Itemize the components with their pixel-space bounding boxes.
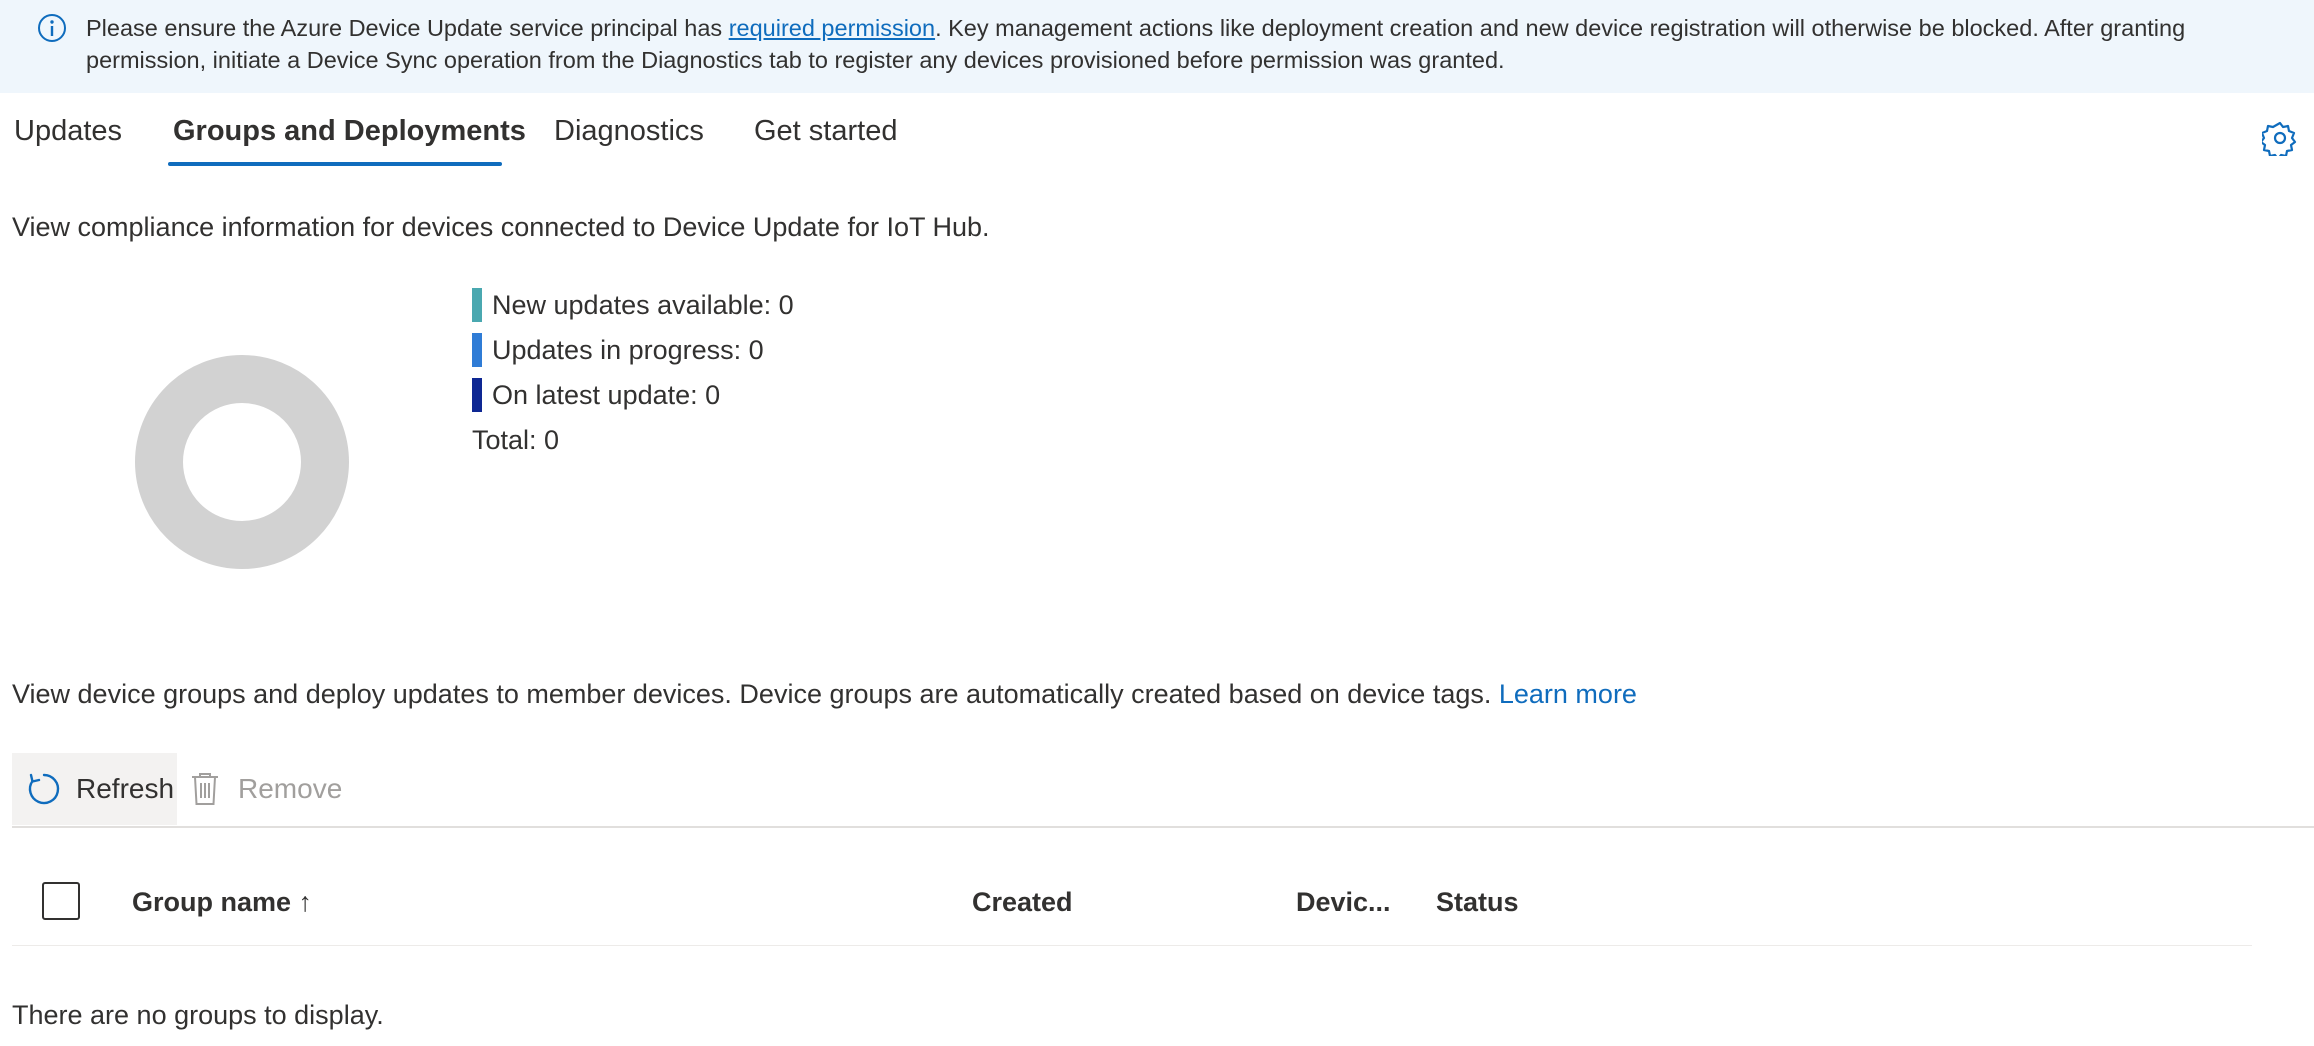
column-header-devices[interactable]: Devic... xyxy=(1296,882,1391,922)
empty-table-message: There are no groups to display. xyxy=(12,1000,384,1030)
info-icon xyxy=(38,14,66,42)
banner-text-start: Please ensure the Azure Device Update se… xyxy=(86,15,729,41)
table-header-divider xyxy=(12,945,2252,946)
groups-description: View device groups and deploy updates to… xyxy=(12,679,1637,710)
legend-swatch-in-progress xyxy=(472,332,482,367)
toolbar-divider xyxy=(12,826,2314,828)
legend-new-updates: New updates available: 0 xyxy=(472,285,794,330)
refresh-icon xyxy=(28,773,60,805)
column-header-group-name[interactable]: Group name ↑ xyxy=(132,882,312,922)
refresh-label: Refresh xyxy=(76,773,175,804)
trash-icon xyxy=(192,773,218,805)
legend-label-in-progress: Updates in progress: 0 xyxy=(492,335,764,365)
legend-total: Total: 0 xyxy=(472,425,560,455)
active-tab-indicator xyxy=(168,162,502,166)
tab-get-started[interactable]: Get started xyxy=(754,108,897,160)
legend-on-latest: On latest update: 0 xyxy=(472,375,794,420)
tab-groups-and-deployments[interactable]: Groups and Deployments xyxy=(173,108,526,160)
compliance-legend: New updates available: 0 Updates in prog… xyxy=(472,285,794,465)
refresh-button[interactable]: Refresh xyxy=(12,753,177,825)
legend-swatch-new-updates xyxy=(472,287,482,322)
column-header-created[interactable]: Created xyxy=(972,882,1073,922)
banner-message: Please ensure the Azure Device Update se… xyxy=(86,12,2236,76)
compliance-description: View compliance information for devices … xyxy=(12,212,990,242)
tab-updates[interactable]: Updates xyxy=(14,108,122,160)
permission-banner: Please ensure the Azure Device Update se… xyxy=(0,0,2314,93)
tab-diagnostics[interactable]: Diagnostics xyxy=(554,108,704,160)
required-permission-link[interactable]: required permission xyxy=(729,15,935,41)
gear-icon[interactable] xyxy=(2262,120,2298,156)
legend-in-progress: Updates in progress: 0 xyxy=(472,330,794,375)
column-header-status[interactable]: Status xyxy=(1436,882,1519,922)
legend-label-new-updates: New updates available: 0 xyxy=(492,290,794,320)
learn-more-link[interactable]: Learn more xyxy=(1499,679,1637,709)
remove-button[interactable]: Remove xyxy=(190,753,342,825)
donut-ring xyxy=(135,355,349,569)
compliance-donut-chart xyxy=(135,355,349,569)
remove-label: Remove xyxy=(238,773,343,804)
groups-description-text: View device groups and deploy updates to… xyxy=(12,679,1492,709)
legend-label-on-latest: On latest update: 0 xyxy=(492,380,721,410)
select-all-checkbox[interactable] xyxy=(42,882,80,920)
legend-swatch-on-latest xyxy=(472,377,482,412)
